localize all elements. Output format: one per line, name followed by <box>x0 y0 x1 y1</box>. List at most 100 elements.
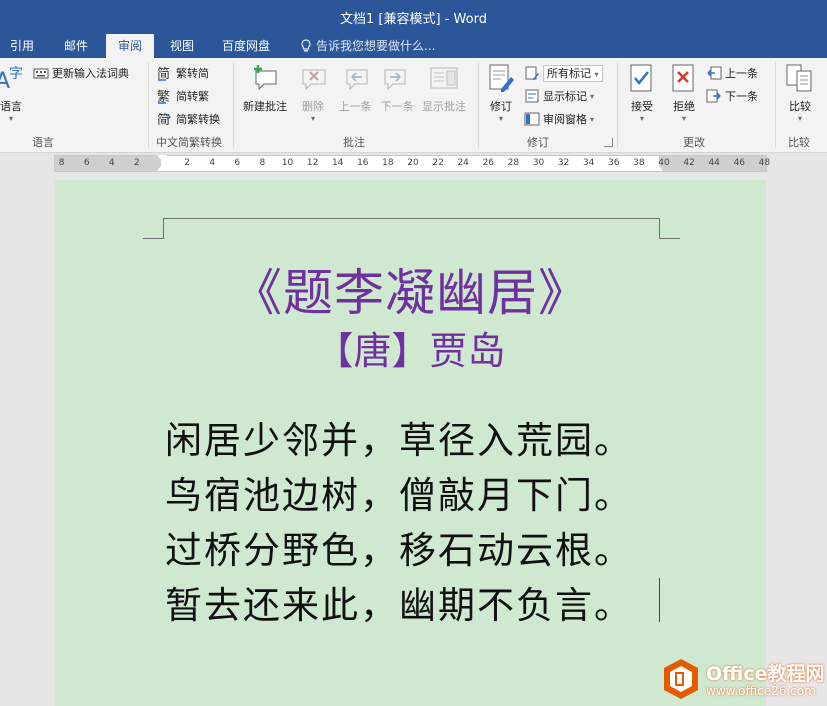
ruler-tick-label: 10 <box>281 158 294 168</box>
delete-comment-icon <box>298 62 330 94</box>
simplified-to-traditional-icon: 繁 <box>157 88 173 105</box>
reviewing-pane-button[interactable]: 审阅窗格 ▾ <box>524 110 594 128</box>
poem-title: 《题李凝幽居》 <box>232 264 589 322</box>
language-dropdown-arrow: ▾ <box>8 114 13 123</box>
tab-review[interactable]: 审阅 <box>106 34 154 58</box>
window-title: 文档1 [兼容模式] - Word <box>340 12 487 27</box>
accept-dropdown-arrow: ▾ <box>639 114 644 123</box>
group-separator <box>775 62 776 148</box>
group-separator <box>148 62 149 148</box>
group-label-language: 语言 <box>32 136 54 149</box>
tab-references[interactable]: 引用 <box>2 34 42 58</box>
track-changes-dropdown-arrow: ▾ <box>498 114 503 123</box>
group-separator <box>233 62 234 148</box>
new-comment-icon <box>249 62 281 94</box>
traditional-to-simplified-icon: 简 <box>157 65 173 82</box>
previous-change-icon <box>706 65 722 81</box>
office26-logo: Office教程网 www.office26.com <box>662 656 827 706</box>
ruler-tick-label: 46 <box>733 158 746 168</box>
previous-comment-icon <box>339 62 371 94</box>
previous-comment-button[interactable]: 上一条 <box>336 62 374 114</box>
next-comment-label: 下一条 <box>380 100 414 113</box>
hanging-indent-marker[interactable] <box>157 165 167 171</box>
crop-mark-left <box>143 218 164 239</box>
language-icon: A字 <box>0 62 27 94</box>
group-label-changes: 更改 <box>683 136 705 149</box>
chevron-down-icon: ▾ <box>594 69 599 79</box>
next-change-button[interactable]: 下一条 <box>706 87 758 105</box>
markup-combo-value[interactable]: 所有标记 ▾ <box>543 64 603 82</box>
ruler-tick-label: 2 <box>184 158 190 168</box>
first-line-indent-marker[interactable] <box>157 155 167 161</box>
delete-dropdown-arrow: ▾ <box>310 114 315 123</box>
reject-button[interactable]: 拒绝 ▾ <box>668 62 700 123</box>
compare-dropdown-arrow: ▾ <box>797 114 802 123</box>
show-comments-icon <box>428 62 460 94</box>
ruler-tick-label: 42 <box>683 158 695 168</box>
group-label-comments: 批注 <box>343 136 365 149</box>
ribbon-tabs: 引用 邮件 审阅 视图 百度网盘 告诉我您想要做什么... <box>0 34 827 58</box>
group-separator <box>478 62 479 148</box>
track-changes-button[interactable]: 修订 ▾ <box>484 62 518 123</box>
markup-display-combo[interactable]: 所有标记 ▾ <box>524 64 603 82</box>
ime-dictionary-icon <box>33 65 49 81</box>
ruler-tick-label: 48 <box>758 158 771 168</box>
previous-change-label: 上一条 <box>725 67 758 80</box>
markup-display-icon <box>524 65 540 81</box>
ruler-tick-label: 2 <box>134 158 140 168</box>
update-ime-dictionary-button[interactable]: 更新输入法词典 <box>33 64 129 82</box>
ribbon-review: 更新输入法词典 A字 语言 ▾ 语言 简 繁转简 繁 简转繁 简 简繁转换 中文… <box>0 58 827 153</box>
previous-change-button[interactable]: 上一条 <box>706 64 758 82</box>
svg-text:字: 字 <box>9 66 23 82</box>
traditional-to-simplified-button[interactable]: 简 繁转简 <box>157 64 209 82</box>
new-comment-button[interactable]: 新建批注 <box>240 62 290 114</box>
ruler-tick-label: 6 <box>83 158 90 168</box>
text-boundary-top <box>163 218 659 219</box>
horizontal-ruler[interactable]: 8 6 4 2 2 4 6 8 10 12 14 16 18 20 22 24 26 28 30 32 34 36 38 40… <box>54 155 771 172</box>
ruler-tick-label: 26 <box>482 158 495 168</box>
logo-url-text: www.office26.com <box>706 683 816 698</box>
svg-text:简: 简 <box>157 66 170 81</box>
right-indent-marker[interactable] <box>653 165 663 171</box>
track-changes-label: 修订 <box>490 100 512 113</box>
logo-brand-text: Office教程网 <box>706 662 825 685</box>
chinese-conversion-button[interactable]: 简 简繁转换 <box>157 110 220 128</box>
delete-comment-button[interactable]: 删除 ▾ <box>298 62 328 123</box>
markup-combo-text: 所有标记 <box>547 66 591 80</box>
compare-icon <box>784 62 816 94</box>
next-change-icon <box>706 88 722 104</box>
tell-me-box[interactable]: 告诉我您想要做什么... <box>292 34 443 58</box>
show-comments-button[interactable]: 显示批注 <box>420 62 468 114</box>
document-page[interactable]: 《题李凝幽居》 【唐】贾岛 闲居少邻并，草径入荒园。 鸟宿池边树，僧敲月下门。 … <box>55 180 766 706</box>
tracking-dialog-launcher-icon[interactable] <box>604 138 613 147</box>
next-comment-button[interactable]: 下一条 <box>378 62 416 114</box>
reviewing-pane-icon <box>524 111 540 127</box>
show-markup-button[interactable]: 显示标记 ▾ <box>524 87 594 105</box>
accept-icon <box>626 62 658 94</box>
ruler-tick-label: 12 <box>306 158 319 168</box>
ruler-tick-label: 8 <box>259 158 266 168</box>
reject-label: 拒绝 <box>673 100 695 113</box>
tell-me-text: 告诉我您想要做什么... <box>316 39 436 53</box>
chinese-conversion-icon: 简 <box>157 111 173 128</box>
tab-view[interactable]: 视图 <box>162 34 202 58</box>
to-traditional-label: 简转繁 <box>176 90 209 103</box>
accept-button[interactable]: 接受 ▾ <box>626 62 658 123</box>
compare-button[interactable]: 比较 ▾ <box>784 62 816 123</box>
poem-line: 鸟宿池边树，僧敲月下门。 <box>165 474 633 517</box>
ruler-tick-label: 32 <box>557 158 570 168</box>
ruler-tick-label: 36 <box>608 158 620 168</box>
simplified-to-traditional-button[interactable]: 繁 简转繁 <box>157 87 209 105</box>
poem-line: 过桥分野色，移石动云根。 <box>165 529 633 572</box>
tab-mailings[interactable]: 邮件 <box>56 34 96 58</box>
ruler-tick-label: 20 <box>407 158 419 168</box>
ruler-tick-label: 16 <box>357 158 369 168</box>
tab-baidu-netdisk[interactable]: 百度网盘 <box>214 34 278 58</box>
title-bar: 文档1 [兼容模式] - Word <box>0 0 827 34</box>
text-cursor <box>659 578 660 622</box>
update-ime-label: 更新输入法词典 <box>52 67 129 80</box>
delete-comment-label: 删除 <box>302 100 324 113</box>
svg-text:繁: 繁 <box>157 89 170 104</box>
language-button[interactable]: A字 语言 ▾ <box>0 62 28 123</box>
logo-text: Office教程网 www.office26.com <box>706 662 825 698</box>
